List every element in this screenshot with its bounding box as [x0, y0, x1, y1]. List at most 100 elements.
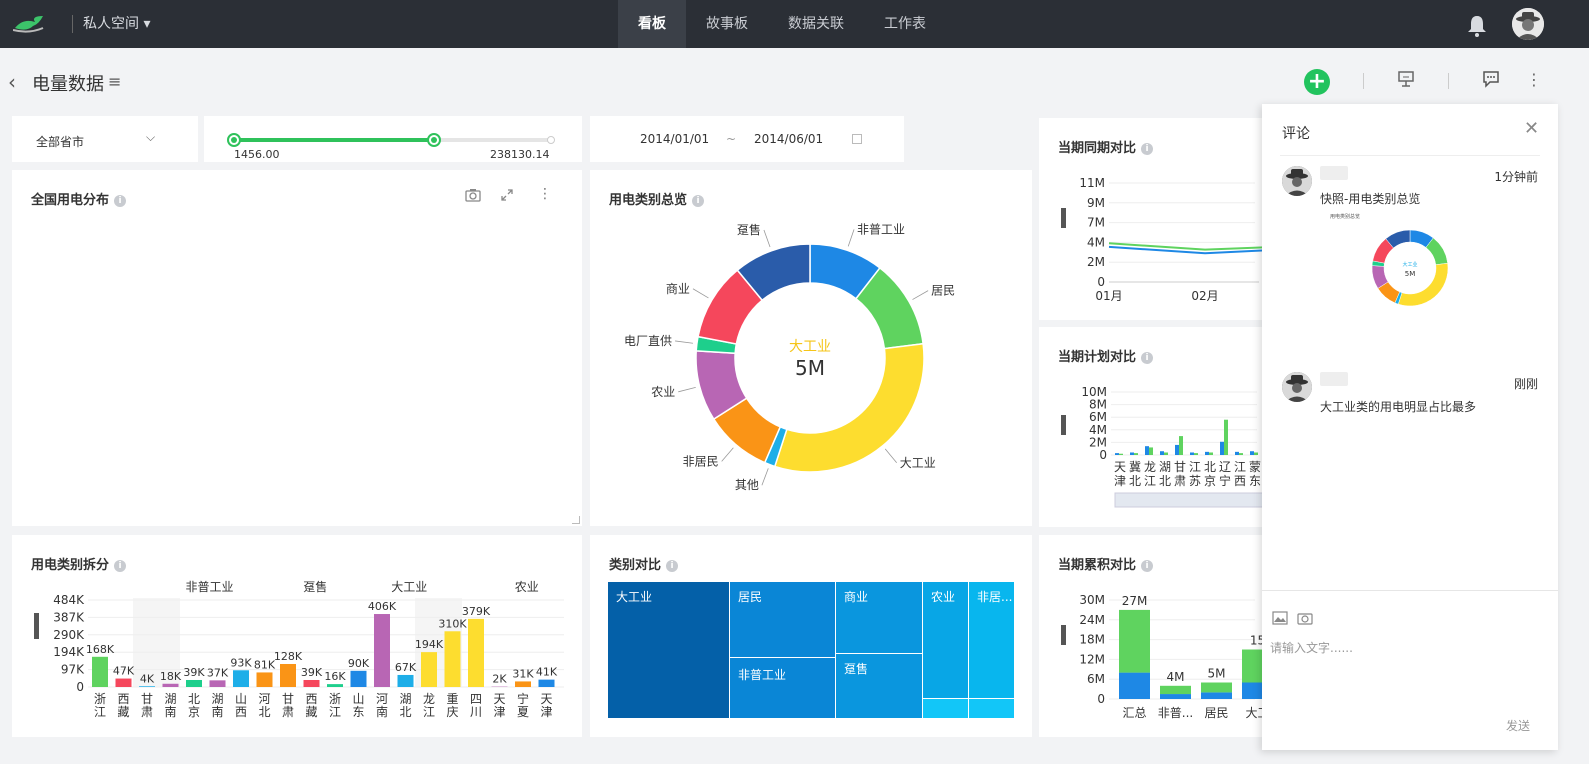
bar — [1149, 447, 1153, 455]
bar — [1179, 436, 1183, 455]
province-select[interactable]: 全部省市 ⌵ — [12, 116, 198, 162]
treemap-cell[interactable]: 商业 — [836, 582, 922, 653]
range-slider[interactable]: 1456.00 238130.14 — [204, 116, 582, 162]
bar — [256, 672, 273, 687]
range-min-label: 1456.00 — [234, 148, 280, 161]
data-label: 4K — [140, 672, 155, 685]
bar — [303, 679, 320, 687]
donut-slice-label: 非普工业 — [857, 222, 905, 236]
date-end[interactable]: 2014/06/01 — [754, 132, 823, 146]
bar — [1115, 453, 1119, 455]
y-tick-label: 12M — [1079, 652, 1105, 666]
x-tick-label: 北 — [1204, 460, 1216, 474]
comment-icon[interactable] — [1482, 70, 1500, 92]
bar — [397, 674, 414, 687]
camera-icon[interactable] — [465, 188, 481, 205]
range-handle-min[interactable] — [227, 133, 241, 147]
data-label: 93K — [230, 656, 252, 669]
bar — [1254, 452, 1258, 455]
comment-author-blurred — [1320, 372, 1348, 386]
treemap-cell[interactable] — [969, 699, 1014, 718]
comment-avatar — [1282, 372, 1312, 402]
range-handle-max[interactable] — [426, 133, 441, 147]
nav-tab-worksheet[interactable]: 工作表 — [864, 0, 946, 48]
bar — [280, 663, 296, 687]
x-tick-label: 川 — [470, 705, 482, 719]
x-tick-label: 东 — [1249, 474, 1261, 488]
date-range-picker[interactable]: 2014/01/01 ~ 2014/06/01 — [590, 116, 904, 162]
y-tick-label: 18M — [1079, 633, 1105, 647]
add-button[interactable]: + — [1304, 69, 1330, 95]
info-icon[interactable]: i — [114, 194, 127, 207]
x-tick-label: 肃 — [282, 705, 294, 719]
bar — [1160, 451, 1164, 455]
treemap-cell[interactable]: 非居... — [969, 582, 1014, 698]
donut-leader-line — [912, 290, 929, 300]
app-logo-icon[interactable] — [12, 14, 45, 37]
thumbnail-center-value: 5M — [1405, 270, 1416, 278]
camera-icon[interactable] — [1297, 611, 1313, 628]
card-title: 全国用电分布 — [31, 193, 110, 208]
bar — [1250, 451, 1254, 455]
data-label: 67K — [395, 661, 417, 674]
resize-handle-icon[interactable] — [572, 516, 580, 524]
bar — [421, 652, 437, 687]
donut-leader-line — [692, 288, 709, 299]
donut-leader-line — [763, 229, 771, 248]
bar — [1190, 452, 1194, 455]
y-tick-label: 0 — [76, 680, 84, 694]
y-tick-label: 290K — [53, 628, 85, 642]
x-tick-label: 02月 — [1191, 289, 1218, 303]
x-tick-label: 非普... — [1158, 706, 1193, 720]
nav-tab-data-relation[interactable]: 数据关联 — [768, 0, 864, 48]
axis-label-icon — [1061, 415, 1066, 435]
bar — [1201, 692, 1232, 699]
bell-icon[interactable] — [1466, 14, 1488, 41]
nav-tab-storyboard[interactable]: 故事板 — [686, 0, 768, 48]
nav-tab-dashboard[interactable]: 看板 — [618, 0, 686, 48]
treemap-card: 类别对比 i 大工业 居民 非普工业 商业 趸售 农业 非居... — [590, 535, 1032, 737]
treemap-cell[interactable] — [923, 699, 968, 718]
comment-input[interactable]: 请输入文字...... — [1270, 639, 1353, 656]
presentation-icon[interactable] — [1397, 70, 1415, 92]
x-tick-label: 江 — [1189, 460, 1201, 474]
calendar-icon[interactable] — [852, 134, 862, 144]
space-selector[interactable]: 私人空间 ▾ — [72, 15, 150, 33]
treemap-cell[interactable]: 大工业 — [608, 582, 729, 718]
donut-center-label: 大工业 — [789, 339, 831, 355]
bar — [1119, 672, 1150, 699]
x-tick-label: 津 — [493, 705, 505, 719]
expand-icon[interactable] — [500, 188, 514, 205]
bar — [1224, 419, 1228, 455]
date-start[interactable]: 2014/01/01 — [640, 132, 709, 146]
treemap-cell[interactable]: 居民 — [730, 582, 835, 657]
more-vertical-icon[interactable]: ⋮ — [1526, 70, 1542, 89]
donut-leader-line — [675, 340, 693, 344]
info-icon[interactable]: i — [666, 559, 679, 572]
y-tick-label: 387K — [53, 610, 85, 624]
image-icon[interactable] — [1272, 611, 1288, 628]
donut-slice-label: 电厂直供 — [624, 334, 672, 348]
back-arrow-icon[interactable]: ‹ — [8, 70, 16, 94]
treemap-cell[interactable]: 非普工业 — [730, 658, 835, 718]
user-avatar[interactable] — [1512, 8, 1544, 40]
x-tick-label: 天 — [540, 692, 552, 706]
x-tick-label: 湖 — [1159, 459, 1171, 474]
top-navigation-bar: 私人空间 ▾ 看板 故事板 数据关联 工作表 — [0, 0, 1589, 48]
treemap-cell[interactable]: 趸售 — [836, 654, 922, 718]
hamburger-menu-icon[interactable]: ≡ — [108, 72, 121, 91]
more-vertical-icon[interactable]: ⋮ — [538, 186, 552, 202]
send-button[interactable]: 发送 — [1506, 717, 1530, 734]
comment-time: 1分钟前 — [1494, 170, 1538, 184]
chevron-down-icon: ⌵ — [146, 130, 156, 144]
close-icon[interactable]: ✕ — [1524, 118, 1539, 139]
y-tick-label: 30M — [1079, 593, 1105, 607]
donut-slice-label: 其他 — [735, 478, 759, 492]
data-label: 168K — [86, 643, 115, 656]
split-bar-chart: 484K 387K 290K 194K 97K 0 非普工业 趸售 大工业 农业 168K 浙江 47K… — [34, 579, 564, 719]
data-label: 194K — [415, 638, 444, 651]
comment-snapshot-thumbnail[interactable]: 用电类别总览大工业 5M — [1322, 208, 1472, 308]
y-tick-label: 24M — [1079, 613, 1105, 627]
split-card: 用电类别拆分 i 484K 387K 290K 194K 97K 0 非普工业 趸售 大工业 农业 1… — [12, 535, 582, 737]
treemap-cell[interactable]: 农业 — [923, 582, 968, 698]
